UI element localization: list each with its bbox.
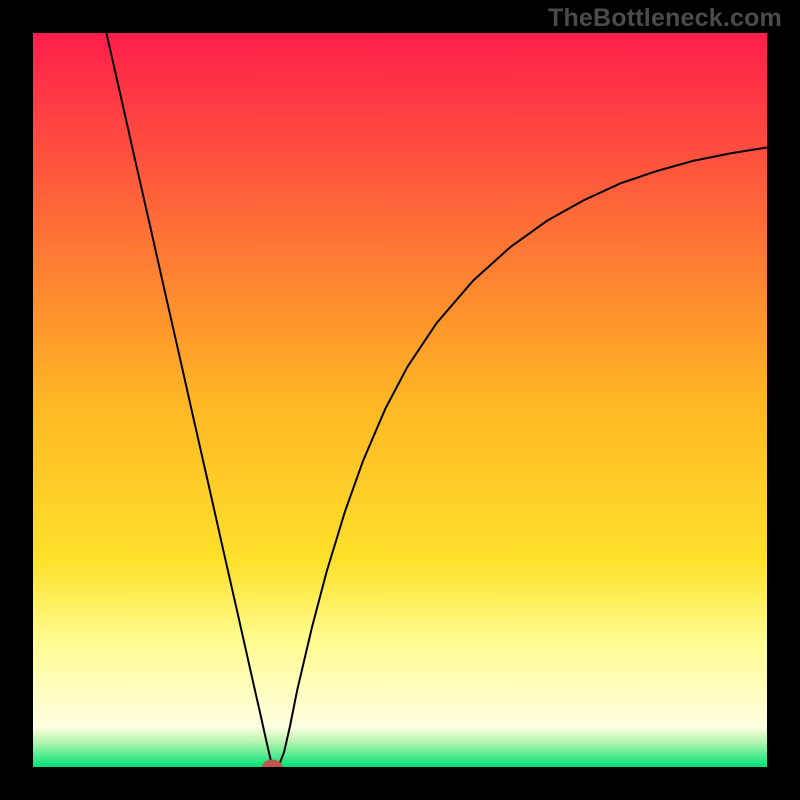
watermark-text: TheBottleneck.com [548,4,782,33]
plot-area [33,33,767,767]
plot-background [33,33,767,767]
chart-frame: TheBottleneck.com [0,0,800,800]
